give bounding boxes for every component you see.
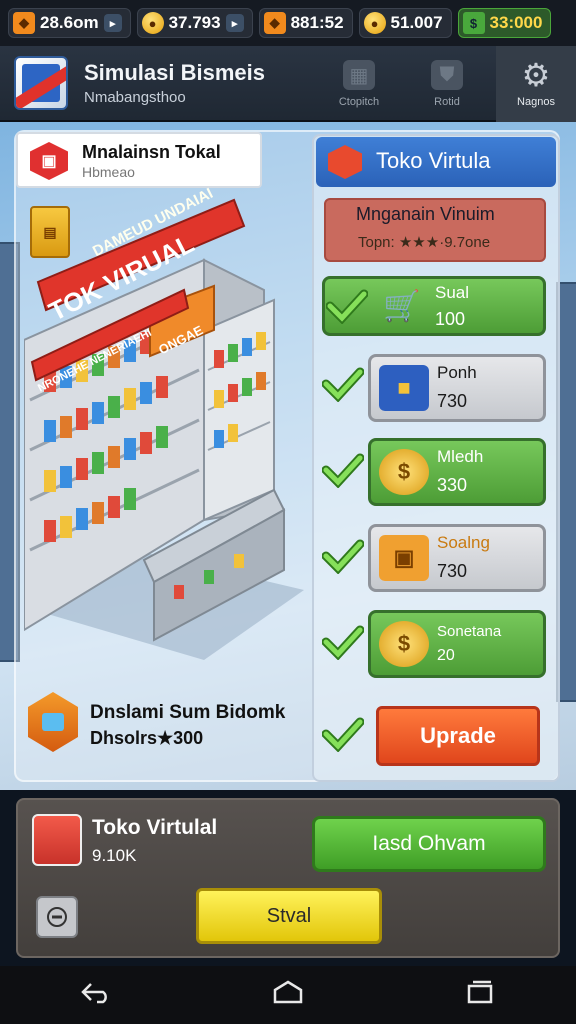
shop-subtitle: Hbmeao — [82, 164, 135, 180]
gold-counter[interactable]: ● 51.007 — [358, 8, 452, 38]
item-label: Sonetana — [437, 623, 502, 640]
shop-info-card[interactable]: ▣ Mnalainsn Tokal Hbmeao — [16, 132, 262, 188]
gems-counter[interactable]: ◆ 28.6om ▸ — [8, 8, 131, 38]
coin-icon: ● — [141, 12, 164, 34]
box-icon: ■ — [379, 365, 429, 411]
bottom-value: 9.10K — [92, 846, 137, 865]
item-label: Ponh — [437, 363, 477, 382]
add-coins-icon[interactable]: ▸ — [225, 14, 244, 32]
gem-icon: ◆ — [13, 12, 35, 34]
coins-counter[interactable]: ● 37.793 ▸ — [136, 8, 253, 38]
rating-title: Mnganain Vinuim — [356, 204, 495, 224]
store-stack-icon — [32, 814, 82, 866]
upgrade-button[interactable]: Uprade — [376, 706, 540, 766]
cash-value: 33:000 — [489, 13, 543, 32]
shield-resource-icon: ◆ — [263, 12, 286, 34]
check-icon — [325, 288, 369, 325]
stat-value: Dhsolrs★300 — [90, 728, 204, 748]
cancel-button[interactable] — [36, 896, 78, 938]
check-icon — [321, 366, 365, 403]
add-icon[interactable]: ▸ — [103, 14, 122, 32]
app-header: Simulasi Bismeis Nmabangsthoo ▦ Ctopitch… — [0, 46, 576, 122]
panel-title: Toko Virtula — [376, 148, 491, 173]
item-value: 730 — [437, 391, 468, 411]
item-label: Soalng — [437, 533, 490, 552]
tab-shield[interactable]: ⛊ Rotid — [408, 46, 486, 122]
check-icon — [321, 538, 365, 575]
system-nav-bar — [0, 966, 576, 1024]
check-icon — [321, 624, 365, 661]
shop-badge-icon: ▣ — [30, 142, 68, 180]
tab-settings-label: Nagnos — [517, 96, 555, 108]
coin-stack-icon: $ — [379, 449, 429, 495]
status-bar: ◆ 28.6om ▸ ● 37.793 ▸ ◆ 881:52 ● 51.007 … — [0, 0, 576, 46]
gold-coin-icon: ● — [363, 12, 386, 34]
home-icon[interactable] — [258, 980, 318, 1011]
upgrade-item-1[interactable]: ■ Ponh 730 — [368, 354, 546, 422]
item-value: 20 — [437, 647, 455, 664]
tab-store[interactable]: ▦ Ctopitch — [320, 46, 398, 122]
item-value: 100 — [435, 309, 466, 329]
check-icon — [321, 716, 365, 753]
item-value: 730 — [437, 561, 468, 581]
resource-counter[interactable]: ◆ 881:52 — [258, 8, 353, 38]
resource-value: 881:52 — [290, 13, 344, 32]
bottom-title: Toko Virtulal — [92, 816, 218, 839]
rating-subtitle: Topn: ★★★·9.7one — [358, 234, 491, 251]
shield-icon: ⛊ — [431, 60, 463, 90]
store-badge-icon — [328, 145, 362, 179]
item-label: Sual — [435, 283, 470, 302]
tab-settings[interactable]: ⚙ Nagnos — [496, 46, 576, 122]
shop-name: Mnalainsn Tokal — [82, 142, 221, 162]
coins-value: 37.793 — [168, 13, 221, 32]
app-title: Simulasi Bismeis — [84, 60, 265, 85]
back-icon[interactable] — [66, 980, 126, 1011]
gems-value: 28.6om — [40, 13, 99, 32]
check-icon — [321, 452, 365, 489]
upgrade-item-4[interactable]: $ Sonetana 20 — [368, 610, 546, 678]
coin-stack-icon: $ — [379, 621, 429, 667]
cart-icon: 🛒 — [383, 289, 421, 323]
stat-title: Dnslami Sum Bidomk — [90, 702, 286, 723]
app-subtitle: Nmabangsthoo — [84, 89, 186, 106]
app-logo — [14, 56, 68, 110]
gear-icon: ⚙ — [521, 57, 551, 93]
recents-icon[interactable] — [450, 980, 510, 1011]
crate-icon: ▣ — [379, 535, 429, 581]
minus-circle-icon — [47, 907, 67, 927]
tab-shield-label: Rotid — [434, 96, 460, 108]
store-icon: ▦ — [343, 60, 375, 90]
item-label: Mledh — [437, 447, 484, 466]
upgrade-item-2[interactable]: $ Mledh 330 — [368, 438, 546, 506]
upgrade-item-3[interactable]: ▣ Soalng 730 — [368, 524, 546, 592]
item-value: 330 — [437, 475, 468, 495]
cash-icon: $ — [462, 12, 485, 34]
green-action-button[interactable]: Iasd Ohvam — [312, 816, 546, 872]
tab-store-label: Ctopitch — [338, 96, 380, 108]
sell-button[interactable]: Stval — [196, 888, 382, 944]
cash-counter[interactable]: $ 33:000 — [457, 8, 552, 38]
gold-value: 51.007 — [390, 13, 443, 32]
